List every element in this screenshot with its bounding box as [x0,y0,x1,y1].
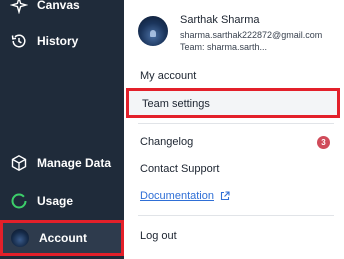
account-dropdown: Sarthak Sharma sharma.sarthak222872@gmai… [124,0,344,259]
profile-name: Sarthak Sharma [180,14,260,26]
sidebar-item-label: Canvas [37,0,80,12]
sidebar-item-history[interactable]: History [0,22,124,60]
menu-item-label: Team settings [142,98,210,110]
profile-team: Team: sharma.sarth... [180,42,268,52]
menu-item-changelog[interactable]: Changelog [140,136,193,148]
sidebar: Canvas History Manage Data Usage Account [0,0,124,259]
cube-icon [11,154,27,172]
avatar [11,229,29,247]
sidebar-item-label: Account [39,231,87,245]
external-link-icon [220,191,230,201]
sparkle-icon [10,0,28,14]
sidebar-item-label: Manage Data [37,156,112,170]
divider [138,123,334,124]
sidebar-item-usage[interactable]: Usage [0,182,124,220]
menu-item-contact-support[interactable]: Contact Support [140,163,220,175]
sidebar-item-account[interactable]: Account [0,220,124,256]
profile-email: sharma.sarthak222872@gmail.com [180,30,323,40]
menu-item-documentation[interactable]: Documentation [140,190,214,202]
sidebar-item-label: Usage [37,194,74,208]
profile-avatar [138,16,168,46]
history-icon [11,34,26,48]
usage-ring-icon [11,193,27,209]
sidebar-item-canvas[interactable]: Canvas [0,0,124,24]
menu-item-log-out[interactable]: Log out [140,230,177,242]
sidebar-item-label: History [37,34,79,48]
menu-item-my-account[interactable]: My account [140,70,196,82]
sidebar-item-manage-data[interactable]: Manage Data [0,144,124,182]
divider [138,215,334,216]
changelog-badge: 3 [317,136,330,149]
menu-item-team-settings[interactable]: Team settings [126,88,340,118]
